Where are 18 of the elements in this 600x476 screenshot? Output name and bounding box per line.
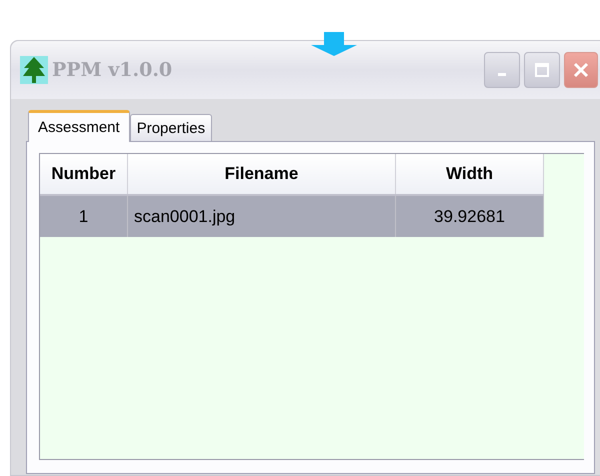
close-button[interactable]: [564, 52, 598, 88]
window-title: PPM v1.0.0: [52, 59, 172, 81]
table-cell: 39.92681: [396, 196, 544, 237]
table-cell: scan0001.jpg: [128, 196, 396, 237]
minimize-icon: [498, 72, 506, 76]
table-cell: 1: [40, 196, 128, 237]
close-icon: [572, 61, 590, 79]
column-header[interactable]: Filename: [128, 154, 396, 194]
down-arrow-icon: [311, 32, 357, 56]
column-header[interactable]: Width: [396, 154, 544, 194]
maximize-button[interactable]: [524, 52, 560, 88]
tab[interactable]: Assessment: [28, 110, 130, 142]
maximize-icon: [534, 62, 550, 78]
tree-icon: [20, 56, 48, 84]
minimize-button[interactable]: [484, 52, 520, 88]
table-row[interactable]: 1 scan0001.jpg 39.92681: [40, 196, 544, 237]
column-header[interactable]: Number: [40, 154, 128, 194]
tab[interactable]: Properties: [130, 114, 212, 141]
